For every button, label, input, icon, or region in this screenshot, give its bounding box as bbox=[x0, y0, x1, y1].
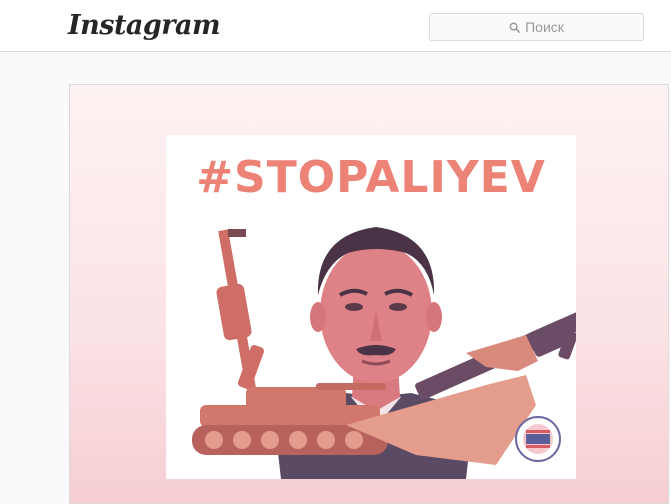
post-headline: #STOPALIYEV bbox=[196, 152, 546, 203]
right-ear bbox=[426, 302, 442, 332]
instagram-logo[interactable]: Instagram bbox=[68, 9, 221, 43]
poster-graphic: #STOPALIYEV bbox=[166, 135, 576, 479]
post-card: #STOPALIYEV bbox=[69, 84, 669, 504]
search-placeholder-group: Поиск bbox=[430, 14, 643, 40]
left-eye bbox=[345, 303, 363, 311]
top-navigation-bar: Instagram Поиск bbox=[0, 0, 671, 52]
search-icon bbox=[509, 22, 521, 33]
right-eye bbox=[389, 303, 407, 311]
rifle-left bbox=[216, 229, 264, 389]
search-placeholder: Поиск bbox=[525, 19, 564, 35]
left-ear bbox=[310, 302, 326, 332]
post-image[interactable]: #STOPALIYEV bbox=[70, 85, 668, 503]
circular-seal bbox=[515, 416, 561, 462]
search-input[interactable]: Поиск bbox=[429, 13, 644, 41]
